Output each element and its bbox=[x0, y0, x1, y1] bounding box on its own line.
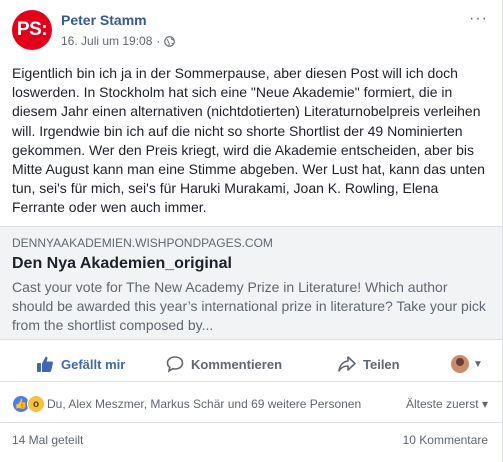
share-arrow-icon bbox=[338, 356, 356, 372]
like-button[interactable]: Gefällt mir bbox=[36, 346, 125, 382]
post-timestamp[interactable]: 16. Juli um 19:08 bbox=[61, 34, 152, 48]
comment-sort-dropdown[interactable]: Älteste zuerst ▾ bbox=[406, 397, 488, 411]
author-name-link[interactable]: Peter Stamm bbox=[61, 12, 147, 28]
identity-switcher[interactable]: ▼ bbox=[451, 346, 483, 382]
post-body-text: Eigentlich bin ich ja in der Sommerpause… bbox=[12, 65, 485, 216]
action-bar: Gefällt mir Kommentieren Teilen ▼ bbox=[0, 346, 502, 382]
comment-button[interactable]: Kommentieren bbox=[166, 346, 282, 382]
link-preview[interactable]: DENNYAAKADEMIEN.WISHPONDPAGES.COM Den Ny… bbox=[0, 226, 502, 340]
thumbs-up-icon bbox=[37, 356, 53, 372]
comment-count-link[interactable]: 10 Kommentare bbox=[403, 433, 488, 447]
globe-icon bbox=[164, 35, 176, 47]
comment-label: Kommentieren bbox=[191, 356, 283, 372]
link-domain: DENNYAAKADEMIEN.WISHPONDPAGES.COM bbox=[12, 236, 273, 250]
share-count-link[interactable]: 14 Mal geteilt bbox=[12, 433, 83, 447]
reaction-names-link[interactable]: Du, Alex Meszmer, Markus Schär und 69 we… bbox=[47, 397, 361, 411]
chevron-down-icon: ▼ bbox=[473, 358, 483, 370]
reactions-bar: 👍 o Du, Alex Meszmer, Markus Schär und 6… bbox=[0, 383, 502, 423]
more-options-icon[interactable]: ··· bbox=[469, 10, 488, 28]
share-label: Teilen bbox=[363, 356, 400, 372]
user-avatar-small bbox=[451, 355, 469, 373]
comment-icon bbox=[166, 356, 184, 373]
facebook-post-card: PS: Peter Stamm 16. Juli um 19:08 · ··· … bbox=[0, 0, 503, 462]
post-meta: 16. Juli um 19:08 · bbox=[61, 34, 176, 48]
wow-reaction-icon: o bbox=[27, 395, 45, 413]
like-label: Gefällt mir bbox=[61, 356, 126, 372]
link-title[interactable]: Den Nya Akademien_original bbox=[12, 253, 490, 275]
reaction-icons[interactable]: 👍 o bbox=[12, 395, 45, 413]
share-button[interactable]: Teilen bbox=[338, 346, 400, 382]
link-description: Cast your vote for The New Academy Prize… bbox=[12, 279, 486, 333]
meta-separator: · bbox=[156, 34, 161, 48]
author-avatar[interactable]: PS: bbox=[12, 10, 52, 50]
